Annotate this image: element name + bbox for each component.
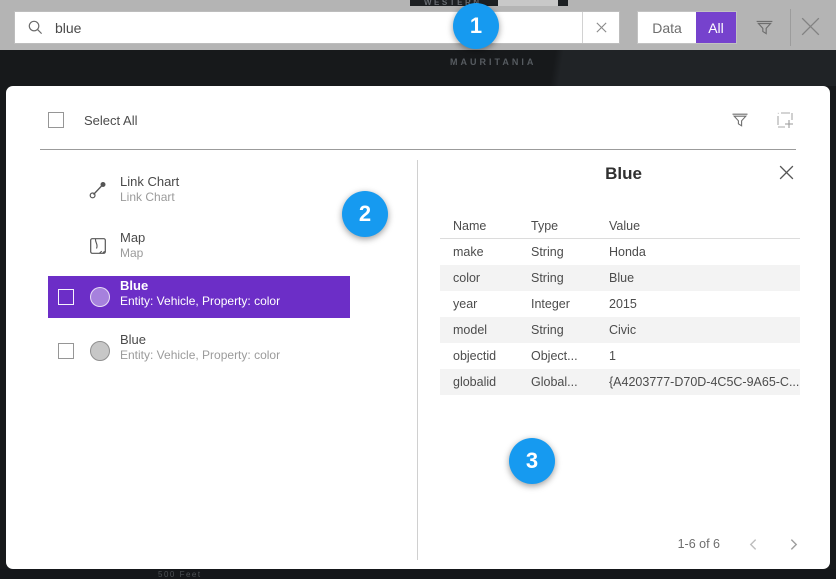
map-bottom-strip: 500 Feet bbox=[0, 569, 836, 579]
map-peek-strip: WESTERN bbox=[410, 0, 568, 6]
result-item-link-chart[interactable]: Link Chart Link Chart bbox=[48, 172, 350, 214]
annotation-callout-3: 3 bbox=[509, 438, 555, 484]
table-row: make String Honda bbox=[440, 239, 800, 265]
close-icon bbox=[778, 164, 795, 181]
result-checkbox[interactable] bbox=[58, 289, 74, 305]
cell-value: Blue bbox=[605, 271, 800, 285]
cell-type: String bbox=[525, 323, 605, 337]
result-subtitle: Entity: Vehicle, Property: color bbox=[120, 348, 280, 362]
entity-circle-icon bbox=[90, 341, 110, 361]
cell-value: Honda bbox=[605, 245, 800, 259]
close-icon bbox=[798, 14, 823, 39]
cell-type: String bbox=[525, 245, 605, 259]
map-label-mauritania: MAURITANIA bbox=[450, 57, 536, 67]
add-selection-icon[interactable] bbox=[775, 110, 795, 130]
results-filter-icon[interactable] bbox=[730, 110, 750, 130]
result-title: Blue bbox=[120, 332, 146, 347]
annotation-callout-1: 1 bbox=[453, 3, 499, 49]
cell-type: Global... bbox=[525, 375, 605, 389]
cell-value: 2015 bbox=[605, 297, 800, 311]
select-all-label: Select All bbox=[84, 113, 137, 128]
table-row: objectid Object... 1 bbox=[440, 343, 800, 369]
table-row: globalid Global... {A4203777-D70D-4C5C-9… bbox=[440, 369, 800, 395]
map-scale-label: 500 Feet bbox=[158, 570, 202, 579]
result-item-map[interactable]: Map Map bbox=[48, 228, 350, 270]
cell-value: {A4203777-D70D-4C5C-9A65-C... bbox=[605, 375, 800, 389]
table-header-row: Name Type Value bbox=[440, 214, 800, 239]
search-scope-toggle: Data All bbox=[637, 11, 737, 44]
search-input[interactable] bbox=[44, 20, 582, 36]
map-icon bbox=[88, 236, 108, 256]
cell-value: Civic bbox=[605, 323, 800, 337]
search-results-panel: Select All Link Chart Link Chart Map Map… bbox=[6, 86, 830, 569]
column-header: Type bbox=[525, 219, 605, 233]
cell-type: String bbox=[525, 271, 605, 285]
result-subtitle: Link Chart bbox=[120, 190, 175, 204]
result-title: Blue bbox=[120, 278, 148, 293]
cell-type: Integer bbox=[525, 297, 605, 311]
scope-data-button[interactable]: Data bbox=[638, 12, 696, 43]
table-row: model String Civic bbox=[440, 317, 800, 343]
attribute-table: Name Type Value make String Honda color … bbox=[440, 214, 800, 395]
detail-close-button[interactable] bbox=[778, 164, 795, 181]
select-all-checkbox[interactable] bbox=[48, 112, 64, 128]
cell-name: objectid bbox=[440, 349, 525, 363]
result-item-blue[interactable]: Blue Entity: Vehicle, Property: color bbox=[48, 330, 350, 372]
cell-name: globalid bbox=[440, 375, 525, 389]
cell-value: 1 bbox=[605, 349, 800, 363]
cell-name: make bbox=[440, 245, 525, 259]
filter-icon[interactable] bbox=[754, 17, 775, 38]
search-box bbox=[14, 11, 620, 44]
clear-icon bbox=[595, 21, 608, 34]
search-toolbar: WESTERN Data All bbox=[0, 0, 836, 50]
entity-circle-icon bbox=[90, 287, 110, 307]
scope-all-button[interactable]: All bbox=[696, 12, 736, 43]
link-chart-icon bbox=[88, 180, 108, 200]
table-row: color String Blue bbox=[440, 265, 800, 291]
cell-name: color bbox=[440, 271, 525, 285]
panel-divider bbox=[40, 149, 796, 150]
table-row: year Integer 2015 bbox=[440, 291, 800, 317]
cell-type: Object... bbox=[525, 349, 605, 363]
map-widget-fragment bbox=[498, 0, 558, 6]
select-all-row: Select All bbox=[48, 112, 137, 128]
chevron-right-icon[interactable] bbox=[787, 538, 800, 551]
result-title: Link Chart bbox=[120, 174, 179, 189]
cell-name: model bbox=[440, 323, 525, 337]
result-checkbox[interactable] bbox=[58, 343, 74, 359]
annotation-callout-2: 2 bbox=[342, 191, 388, 237]
column-header: Name bbox=[440, 219, 525, 233]
column-header: Value bbox=[605, 219, 800, 233]
result-item-blue-selected[interactable]: Blue Entity: Vehicle, Property: color bbox=[48, 276, 350, 318]
result-title: Map bbox=[120, 230, 145, 245]
chevron-left-icon[interactable] bbox=[747, 538, 760, 551]
pagination: 1-6 of 6 bbox=[417, 532, 800, 556]
result-subtitle: Map bbox=[120, 246, 143, 260]
close-search-button[interactable] bbox=[798, 14, 823, 39]
search-icon bbox=[27, 19, 44, 36]
list-detail-divider bbox=[417, 160, 418, 560]
toolbar-divider bbox=[790, 9, 791, 46]
map-background bbox=[0, 50, 836, 86]
clear-search-button[interactable] bbox=[582, 12, 619, 43]
cell-name: year bbox=[440, 297, 525, 311]
result-subtitle: Entity: Vehicle, Property: color bbox=[120, 294, 280, 308]
pagination-count: 1-6 of 6 bbox=[678, 537, 720, 551]
detail-title: Blue bbox=[417, 164, 830, 184]
